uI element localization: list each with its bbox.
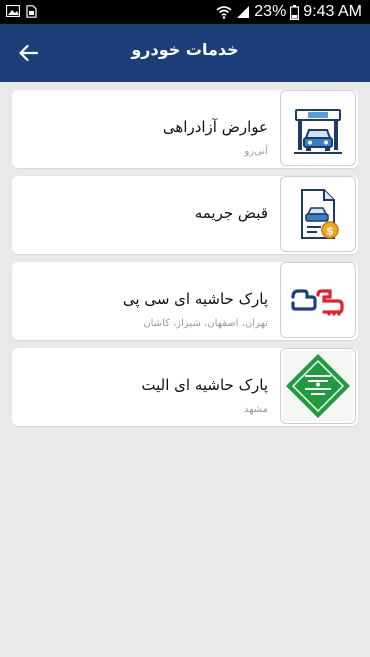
elite-logo [283, 351, 353, 421]
clock: 9:43 AM [303, 3, 362, 20]
service-item-fine[interactable]: $ قبض جریمه [12, 176, 358, 254]
service-title: پارک حاشیه ای سی پی [122, 290, 268, 308]
service-subtitle: تهران، اصفهان، شیراز، کاشان [143, 318, 268, 329]
service-subtitle: مشهد [243, 404, 268, 415]
wifi-icon [216, 5, 232, 19]
status-bar: 23% 9:43 AM [0, 0, 370, 24]
toll-gate-car-icon [294, 109, 342, 154]
svg-text:$: $ [326, 225, 334, 238]
service-subtitle: آنی‌رو [244, 146, 268, 157]
service-item-toll[interactable]: عوارض آزادراهی آنی‌رو [12, 90, 358, 168]
service-title: عوارض آزادراهی [162, 118, 268, 136]
signal-icon [237, 6, 250, 18]
cp-thumbnail [280, 262, 356, 338]
battery-percent: 23% [254, 3, 287, 20]
image-icon [6, 5, 20, 17]
toll-thumbnail [280, 90, 356, 166]
service-title: قبض جریمه [194, 204, 268, 222]
service-item-cp-parking[interactable]: پارک حاشیه ای سی پی تهران، اصفهان، شیراز… [12, 262, 358, 340]
service-item-elite-parking[interactable]: پارک حاشیه ای الیت مشهد [12, 348, 358, 426]
service-title: پارک حاشیه ای الیت [141, 376, 268, 394]
service-list: عوارض آزادراهی آنی‌رو $ قبض جریمه [12, 90, 358, 434]
fine-bill-icon: $ [301, 189, 339, 239]
sim-icon [26, 5, 37, 18]
elite-thumbnail [280, 348, 356, 424]
battery-icon [290, 4, 300, 20]
app-bar: خدمات خودرو [0, 24, 370, 82]
cp-logo [291, 289, 344, 316]
page-title: خدمات خودرو [131, 40, 239, 59]
fine-thumbnail: $ [280, 176, 356, 252]
